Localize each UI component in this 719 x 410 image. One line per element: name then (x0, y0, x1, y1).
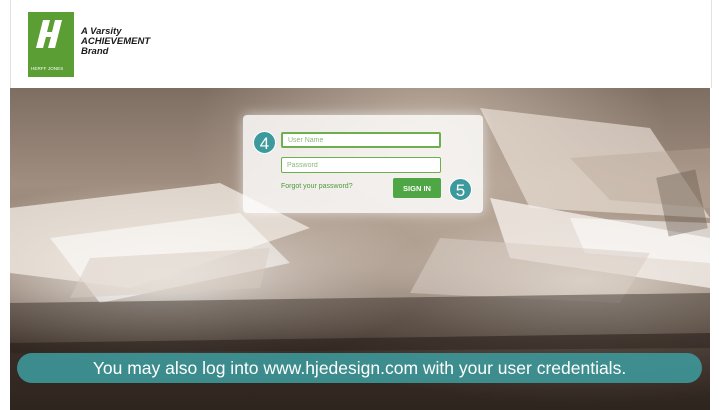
step-5-badge: 5 (449, 178, 472, 201)
herff-jones-logo[interactable]: HERFF JONES (28, 12, 74, 77)
varsity-achievement-tagline: A Varsity ACHIEVEMENT Brand (81, 27, 201, 57)
login-panel: Forgot your password? SIGN IN (243, 115, 483, 213)
tagline-line-3: Brand (81, 46, 109, 57)
hj-monogram-icon (36, 20, 62, 48)
sign-in-button[interactable]: SIGN IN (393, 178, 441, 198)
forgot-password-link[interactable]: Forgot your password? (281, 183, 353, 190)
username-input[interactable] (281, 132, 441, 148)
screenshot-frame: HERFF JONES A Varsity ACHIEVEMENT Brand … (0, 0, 719, 410)
logo-wordmark: HERFF JONES (31, 66, 64, 71)
step-4-badge: 4 (253, 131, 276, 154)
instruction-caption: You may also log into www.hjedesign.com … (17, 353, 702, 383)
site-header: HERFF JONES A Varsity ACHIEVEMENT Brand (10, 0, 712, 88)
password-input[interactable] (281, 157, 441, 173)
